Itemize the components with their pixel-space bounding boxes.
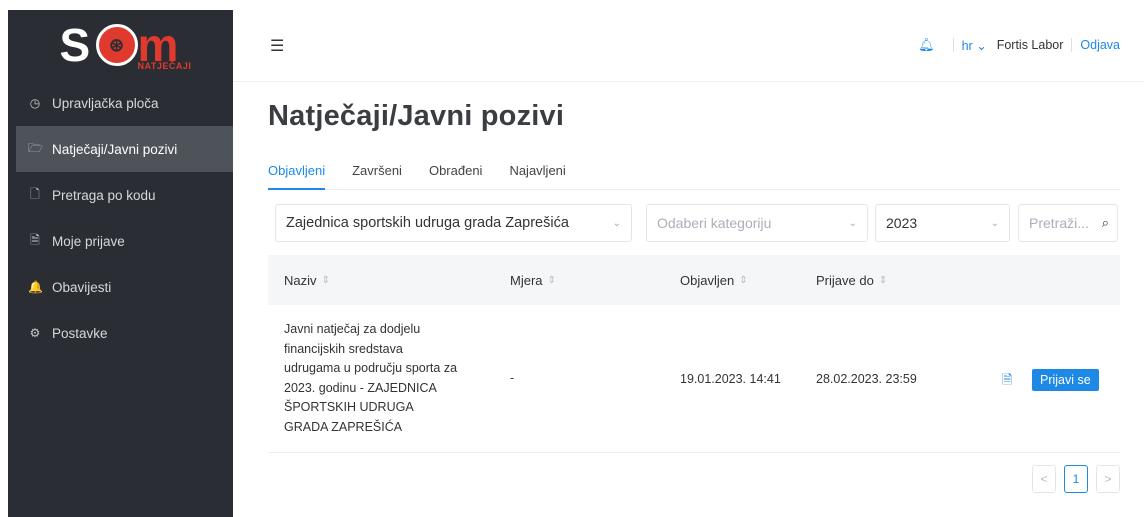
pagination-prev-button[interactable]: < — [1032, 465, 1056, 493]
logo-mark: S ⊛ m NATJEČAJI — [56, 18, 191, 72]
tab-processed[interactable]: Obrađeni — [429, 160, 482, 190]
pagination: < 1 > — [1024, 465, 1120, 493]
cell-prijave-do: 28.02.2023. 23:59 — [816, 372, 917, 386]
sort-icon: ⇕ — [878, 274, 888, 286]
sidebar-item-dashboard[interactable]: ◷ Upravljačka ploča — [8, 80, 233, 126]
divider — [952, 38, 954, 52]
sidebar-nav: ◷ Upravljačka ploča 🗁 Natječaji/Javni po… — [8, 80, 233, 356]
sidebar-item-label: Upravljačka ploča — [52, 95, 159, 111]
dashboard-icon: ◷ — [29, 96, 41, 110]
search-placeholder: Pretraži... — [1029, 215, 1089, 231]
cell-naziv: Javni natječaj za dodjelu financijskih s… — [284, 322, 458, 434]
year-select[interactable]: 2023 ⌄ — [875, 204, 1010, 242]
cell-objavljen: 19.01.2023. 14:41 — [680, 372, 781, 386]
logo-emblem-icon: ⊛ — [95, 24, 138, 66]
tab-published[interactable]: Objavljeni — [268, 160, 326, 190]
tenders-table: Naziv ⇕ Mjera ⇕ Objavljen ⇕ Prijave do ⇕ Jav… — [268, 255, 1120, 453]
sidebar-item-notifications[interactable]: 🔔 Obavijesti — [8, 264, 233, 310]
sidebar-item-label: Obavijesti — [52, 279, 112, 295]
sidebar-item-label: Pretraga po kodu — [52, 187, 156, 203]
organization-value: Zajednica sportskih udruga grada Zapreši… — [286, 215, 569, 231]
page-title: Natječaji/Javni pozivi — [268, 100, 565, 132]
tabs: Objavljeni Završeni Obrađeni Najavljeni — [268, 160, 1120, 190]
top-right-controls: 🔔︎ hr ⌄ Fortis Labor Odjava — [918, 37, 1120, 53]
table-row: Javni natječaj za dodjelu financijskih s… — [268, 305, 1120, 453]
bell-icon: 🔔 — [28, 280, 43, 294]
apply-button[interactable]: Prijavi se — [1032, 369, 1099, 391]
divider — [1071, 38, 1073, 52]
notification-bell-icon[interactable]: 🔔︎ — [918, 37, 935, 53]
sort-icon: ⇕ — [547, 274, 556, 286]
sidebar-item-my-applications[interactable]: 🗎 Moje prijave — [8, 218, 233, 264]
pdf-icon[interactable]: 🗎 — [1002, 371, 1012, 393]
chevron-down-icon: ⌄ — [612, 217, 621, 229]
folder-open-icon: 🗁 — [28, 140, 43, 155]
sidebar-item-label: Moje prijave — [52, 233, 125, 249]
sidebar-item-tenders[interactable]: 🗁 Natječaji/Javni pozivi — [16, 126, 233, 172]
category-select[interactable]: Odaberi kategoriju ⌄ — [646, 204, 868, 242]
column-header-prijave-do[interactable]: Prijave do ⇕ — [816, 273, 887, 288]
sort-icon: ⇕ — [321, 274, 330, 286]
sidebar-item-label: Postavke — [52, 325, 108, 341]
logo-subtitle: NATJEČAJI — [137, 61, 192, 71]
column-header-objavljen[interactable]: Objavljen ⇕ — [680, 273, 748, 288]
table-header: Naziv ⇕ Mjera ⇕ Objavljen ⇕ Prijave do ⇕ — [268, 255, 1120, 305]
logout-link[interactable]: Odjava — [1080, 38, 1120, 52]
pagination-next-button[interactable]: > — [1096, 465, 1120, 493]
sidebar-item-label: Natječaji/Javni pozivi — [52, 141, 178, 157]
chevron-down-icon: ⌄ — [848, 217, 857, 229]
sidebar-item-settings[interactable]: ⚙ Postavke — [8, 310, 233, 356]
logo-letter-s: S — [59, 19, 91, 71]
sidebar-toggle-icon[interactable]: ☰ — [270, 36, 284, 56]
category-placeholder: Odaberi kategoriju — [657, 215, 772, 231]
year-value: 2023 — [886, 215, 918, 231]
chevron-down-icon: ⌄ — [990, 217, 999, 229]
search-input[interactable]: Pretraži... ⌕ — [1018, 204, 1118, 242]
settings-icon: ⚙ — [29, 326, 41, 340]
file-icon: 🗋 — [30, 186, 40, 201]
column-header-naziv[interactable]: Naziv ⇕ — [284, 273, 330, 288]
sidebar-item-search-by-code[interactable]: 🗋 Pretraga po kodu — [8, 172, 233, 218]
top-bar: ☰ 🔔︎ hr ⌄ Fortis Labor Odjava — [233, 10, 1144, 82]
filters: Zajednica sportskih udruga grada Zapreši… — [275, 204, 1118, 242]
tab-finished[interactable]: Završeni — [352, 160, 402, 190]
sidebar: S ⊛ m NATJEČAJI ◷ Upravljačka ploča 🗁 Na… — [8, 10, 233, 517]
language-selector[interactable]: hr ⌄ — [962, 38, 987, 53]
search-icon[interactable]: ⌕ — [1102, 215, 1109, 231]
tab-announced[interactable]: Najavljeni — [509, 160, 565, 190]
cell-mjera: - — [510, 371, 515, 385]
column-header-mjera[interactable]: Mjera ⇕ — [510, 273, 556, 288]
pagination-page-1[interactable]: 1 — [1064, 465, 1088, 493]
logo[interactable]: S ⊛ m NATJEČAJI — [8, 10, 233, 80]
main-content: Natječaji/Javni pozivi Objavljeni Završe… — [268, 100, 1120, 493]
user-name: Fortis Labor — [996, 38, 1064, 52]
organization-select[interactable]: Zajednica sportskih udruga grada Zapreši… — [275, 204, 632, 242]
file-edit-icon: 🗎 — [30, 232, 40, 247]
sort-icon: ⇕ — [739, 274, 748, 286]
